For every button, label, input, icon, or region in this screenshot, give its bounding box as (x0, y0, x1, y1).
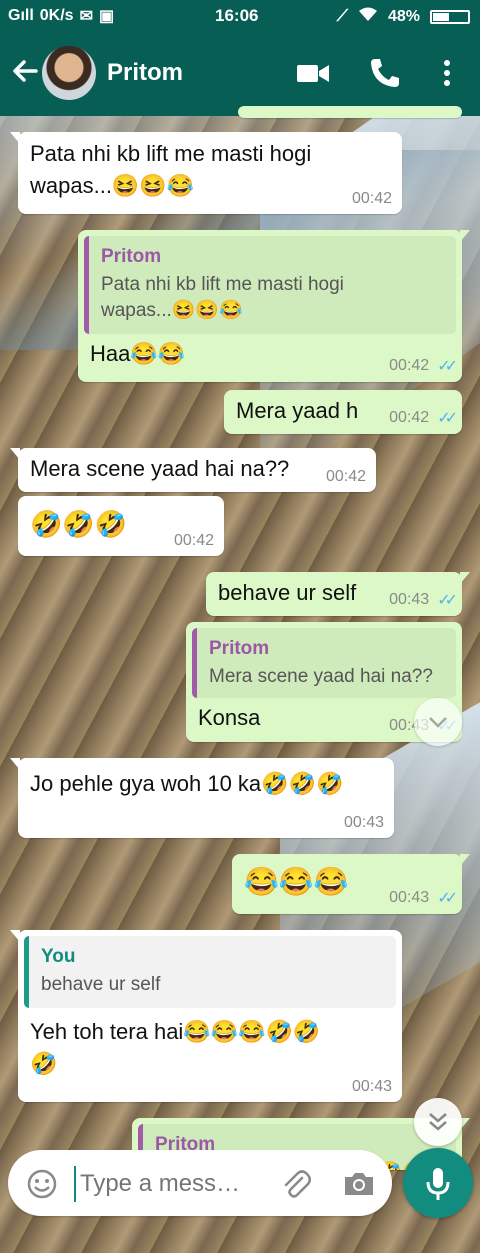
message-text: Konsa (198, 705, 261, 730)
message-meta: 00:43 (352, 1078, 392, 1096)
screenshot-icon: ▣ (98, 8, 115, 25)
message-meta: 00:42 (326, 468, 366, 486)
double-chevron-down-icon (429, 1113, 447, 1131)
read-receipt-icon: ✓✓ (437, 890, 458, 907)
battery-fill (433, 12, 450, 21)
message-bubble[interactable]: Pritom Pata nhi kb lift me masti hogi wa… (78, 230, 470, 382)
signal-indicator: Gıll (8, 7, 34, 24)
message-text: Mera scene yaad hai na?? (30, 456, 290, 481)
message-time: 00:42 (325, 468, 366, 485)
mic-button[interactable] (403, 1148, 473, 1218)
message-meta: 00:43 ✓✓ (389, 590, 458, 610)
quote-line: wapas...😆😆😂 (101, 300, 243, 321)
avatar[interactable] (42, 46, 96, 100)
chevron-down-icon (429, 717, 447, 728)
bubble-tail (460, 230, 470, 242)
scroll-to-bottom-button[interactable] (414, 1098, 462, 1146)
message-text: behave ur self (218, 580, 357, 605)
message-time: 00:43 (343, 814, 384, 831)
quote-author: You (41, 946, 76, 967)
message-time: 00:42 (389, 357, 430, 374)
bubble-tail (460, 854, 470, 866)
read-receipt-icon: ✓✓ (437, 358, 458, 375)
quote-line: behave ur self (41, 974, 161, 995)
read-receipt-icon: ✓✓ (437, 592, 458, 609)
network-speed: 0K/s (39, 7, 74, 24)
message-input[interactable] (74, 1166, 272, 1202)
message-bubble[interactable]: behave ur self 00:43 ✓✓ (206, 572, 470, 616)
message-line: wapas...😆😆😂 (30, 173, 195, 198)
message-time: 00:42 (173, 532, 214, 549)
message-bubble[interactable]: 😂😂😂 00:43 ✓✓ (232, 854, 470, 914)
message-time: 00:43 (389, 591, 430, 608)
phone-icon[interactable] (368, 56, 402, 90)
bubble-tail (10, 132, 20, 144)
quoted-message[interactable]: Pritom Mera scene yaad hai na?? (192, 628, 456, 698)
attach-icon[interactable] (280, 1168, 312, 1200)
quoted-message[interactable]: Pritom Pata nhi kb lift me masti hogi wa… (84, 236, 456, 334)
message-text: 🤣🤣🤣 (30, 509, 128, 539)
bubble-tail (10, 758, 20, 770)
message-composer (8, 1150, 392, 1216)
message-bubble[interactable]: Mera scene yaad hai na?? 00:42 (10, 448, 376, 492)
chat-header: Pritom (0, 30, 480, 116)
message-text: Pata nhi kb lift me masti hogi wapas...😆… (30, 138, 311, 202)
camera-icon[interactable] (342, 1168, 376, 1200)
bubble-tail (10, 448, 20, 460)
message-meta: 00:42 ✓✓ (389, 408, 458, 428)
message-text: 😂😂😂 (244, 866, 349, 897)
back-arrow-icon[interactable] (10, 56, 40, 86)
message-line: Yeh toh tera hai😂😂😂🤣🤣 (30, 1019, 321, 1044)
message-meta: 00:42 (352, 190, 392, 208)
scroll-down-button[interactable] (414, 698, 462, 746)
mic-icon (426, 1168, 450, 1200)
message-meta: 00:42 (174, 532, 214, 550)
bubble-tail (460, 572, 470, 584)
contact-name[interactable]: Pritom (107, 59, 183, 87)
message-time: 00:42 (351, 190, 392, 207)
mute-icon: ⟋ (336, 7, 348, 25)
message-bubble[interactable]: Pata nhi kb lift me masti hogi wapas...😆… (10, 132, 402, 214)
message-bubble[interactable]: You behave ur self Yeh toh tera hai😂😂😂🤣🤣… (10, 930, 402, 1102)
emoji-icon[interactable] (26, 1168, 58, 1200)
message-meta: 00:43 (344, 814, 384, 832)
message-time: 00:43 (389, 889, 430, 906)
message-text: Haa😂😂 (90, 341, 186, 366)
quote-author: Pritom (101, 246, 162, 267)
status-bar: Gıll 0K/s ✉ ▣ 16:06 ⟋ 48% (0, 0, 480, 30)
message-meta: 00:43 ✓✓ (389, 888, 458, 908)
bubble-tail (10, 930, 20, 942)
battery-percent: 48% (387, 7, 420, 25)
message-text: Yeh toh tera hai😂😂😂🤣🤣 🤣 (30, 1016, 320, 1080)
clock: 16:06 (215, 6, 259, 25)
mail-icon: ✉ (79, 8, 93, 25)
quote-line: Pata nhi kb lift me masti hogi (101, 274, 344, 295)
message-bubble[interactable]: Mera yaad h 00:42 ✓✓ (224, 390, 462, 434)
message-meta: 00:42 ✓✓ (389, 356, 458, 376)
quoted-message[interactable]: You behave ur self (24, 936, 396, 1008)
message-time: 00:42 (389, 409, 430, 426)
battery-icon (430, 9, 470, 24)
message-line: 🤣 (30, 1051, 58, 1076)
wifi-icon (358, 6, 378, 27)
message-bubble[interactable]: 🤣🤣🤣 00:42 (18, 496, 224, 556)
message-text: Mera yaad h (236, 398, 359, 423)
message-time: 00:43 (351, 1078, 392, 1095)
video-call-icon[interactable] (296, 56, 330, 90)
message-text: Jo pehle gya woh 10 ka🤣🤣🤣 (30, 771, 344, 796)
quote-author: Pritom (209, 638, 270, 659)
message-bubble[interactable]: Jo pehle gya woh 10 ka🤣🤣🤣 00:43 (10, 758, 394, 838)
read-receipt-icon: ✓✓ (437, 410, 458, 427)
quote-line: Mera scene yaad hai na?? (209, 666, 433, 687)
more-options-icon[interactable] (430, 56, 464, 90)
message-bubble-partial[interactable] (238, 106, 462, 118)
message-line: Pata nhi kb lift me masti hogi (30, 141, 312, 166)
